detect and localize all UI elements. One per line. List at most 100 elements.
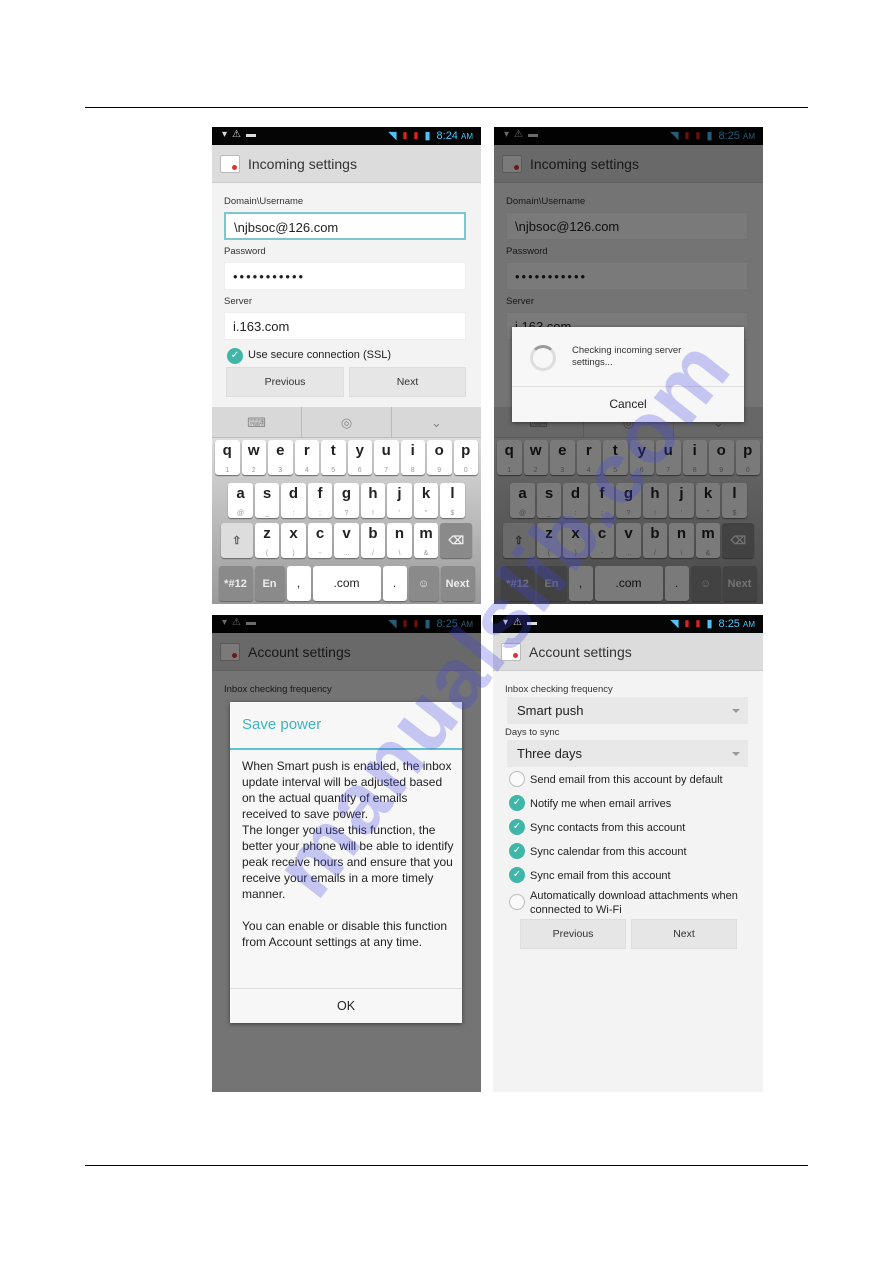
ssl-checkbox[interactable]: ✓ (227, 348, 243, 364)
key-symbols[interactable]: *#12 (218, 566, 253, 601)
key-d[interactable]: d: (281, 483, 306, 518)
dialog-title: Save power (242, 716, 322, 733)
option-label: Notify me when email arrives (530, 798, 672, 810)
key-period[interactable]: . (382, 566, 407, 601)
key-l[interactable]: l$ (440, 483, 465, 518)
key-label: n (394, 525, 405, 542)
key-secondary: ? (344, 510, 349, 517)
key-b[interactable]: b/ (360, 523, 386, 558)
key-n[interactable]: n\ (387, 523, 412, 558)
chevron-down-icon[interactable]: ⌄ (392, 407, 481, 437)
key-o[interactable]: o9 (427, 440, 452, 475)
key-label: m (419, 525, 433, 542)
key-m[interactable]: m& (413, 523, 439, 558)
key-label: u (381, 442, 391, 459)
keyboard-icon[interactable]: ⌨ (212, 407, 302, 437)
next-button[interactable]: Next (631, 919, 737, 949)
option-label: Sync contacts from this account (530, 822, 686, 834)
key-label: r (303, 442, 310, 459)
shift-key[interactable]: ⇧ (220, 523, 253, 558)
signal-2-icon: ▮ (413, 130, 419, 140)
key-label: h (368, 485, 378, 502)
title-bar: Incoming settings (212, 145, 481, 183)
save-power-dialog: Save power When Smart push is enabled, t… (230, 702, 462, 1023)
domain-username-input[interactable]: \njbsoc@126.com (224, 212, 466, 240)
key-x[interactable]: x) (281, 523, 306, 558)
keyboard-row: q1w2e3r4t5y6u7i8o9p0 (212, 440, 481, 475)
server-input[interactable]: i.163.com (224, 312, 466, 340)
backspace-key[interactable]: ⌫ (440, 523, 473, 558)
password-input[interactable]: ••••••••••• (224, 262, 466, 290)
days-to-sync-dropdown[interactable]: Three days (507, 740, 748, 767)
wifi-icon: ◥ (670, 618, 679, 630)
checkbox-unchecked[interactable] (509, 771, 525, 787)
key-comma[interactable]: , (286, 566, 311, 601)
status-bar: ▾⚠▬ ◥ ▮ ▮ ▮ 8:24 AM (212, 127, 481, 145)
signal-2-icon: ▮ (695, 618, 701, 628)
next-button[interactable]: Next (349, 367, 466, 397)
globe-icon[interactable]: ◎ (302, 407, 392, 437)
key-emoji[interactable]: ☺ (408, 566, 439, 601)
key-secondary: \ (398, 550, 401, 557)
screenshot-save-power: ▾⚠▬ ◥ ▮ ▮ ▮ 8:25 AM Account settings Inb… (212, 615, 481, 1092)
key-secondary: ' (398, 510, 401, 517)
option-label: Automatically download attachments when … (530, 890, 738, 916)
key-i[interactable]: i8 (400, 440, 425, 475)
key-label: s (262, 485, 272, 502)
checkbox-unchecked[interactable] (509, 894, 525, 910)
body-paragraph-1: When Smart push is enabled, the inbox up… (242, 759, 452, 821)
key-secondary: / (372, 550, 374, 557)
checkbox-checked[interactable]: ✓ (509, 819, 525, 835)
key-u[interactable]: u7 (374, 440, 399, 475)
frequency-dropdown[interactable]: Smart push (507, 697, 748, 724)
key-a[interactable]: a@ (228, 483, 253, 518)
screenshot-incoming-settings: ▾⚠▬ ◥ ▮ ▮ ▮ 8:24 AM Incoming settings Do… (212, 127, 481, 604)
key-r[interactable]: r4 (294, 440, 319, 475)
previous-button[interactable]: Previous (226, 367, 344, 397)
checkbox-checked[interactable]: ✓ (509, 867, 525, 883)
key-secondary: 8 (410, 467, 415, 474)
server-label: Server (224, 296, 252, 307)
checkbox-checked[interactable]: ✓ (509, 843, 525, 859)
key-y[interactable]: y6 (347, 440, 372, 475)
key-secondary: ( (265, 550, 269, 557)
cancel-button[interactable]: Cancel (512, 387, 744, 422)
key-label: e (276, 442, 285, 459)
key-next[interactable]: Next (440, 566, 475, 601)
key-q[interactable]: q1 (215, 440, 240, 475)
key-w[interactable]: w2 (241, 440, 266, 475)
key-t[interactable]: t5 (321, 440, 346, 475)
key-s[interactable]: s_ (254, 483, 280, 518)
key-p[interactable]: p0 (453, 440, 478, 475)
key-j[interactable]: j' (387, 483, 412, 518)
key-e[interactable]: e3 (268, 440, 293, 475)
previous-button[interactable]: Previous (520, 919, 626, 949)
wifi-icon: ◥ (388, 130, 397, 142)
key-v[interactable]: v… (334, 523, 359, 558)
key-f[interactable]: f; (307, 483, 333, 518)
battery-icon: ▮ (706, 618, 713, 630)
battery-icon: ▮ (424, 130, 431, 142)
key-h[interactable]: h! (360, 483, 386, 518)
key-k[interactable]: k" (413, 483, 439, 518)
checkbox-checked[interactable]: ✓ (509, 795, 525, 811)
option-label: Sync calendar from this account (530, 846, 687, 858)
status-ampm: AM (461, 131, 473, 141)
key-secondary: 6 (357, 467, 362, 474)
ok-button[interactable]: OK (230, 989, 462, 1023)
key-label: q (222, 442, 232, 459)
dialog-body: When Smart push is enabled, the inbox up… (242, 758, 456, 950)
key-z[interactable]: z( (254, 523, 280, 558)
key-secondary: … (343, 550, 350, 557)
key-g[interactable]: g? (334, 483, 359, 518)
key-dotcom[interactable]: .com (312, 566, 381, 601)
key-label: t (330, 442, 336, 459)
key-label: i (410, 442, 415, 459)
key-label: x (289, 525, 298, 542)
key-language[interactable]: En (254, 566, 285, 601)
screenshot-checking-server: ▾⚠▬ ◥ ▮ ▮ ▮ 8:25 AM Incoming settings Do… (494, 127, 763, 604)
key-label: p (461, 442, 471, 459)
key-c[interactable]: c- (307, 523, 333, 558)
key-secondary: 4 (304, 467, 309, 474)
key-secondary: " (424, 510, 428, 517)
